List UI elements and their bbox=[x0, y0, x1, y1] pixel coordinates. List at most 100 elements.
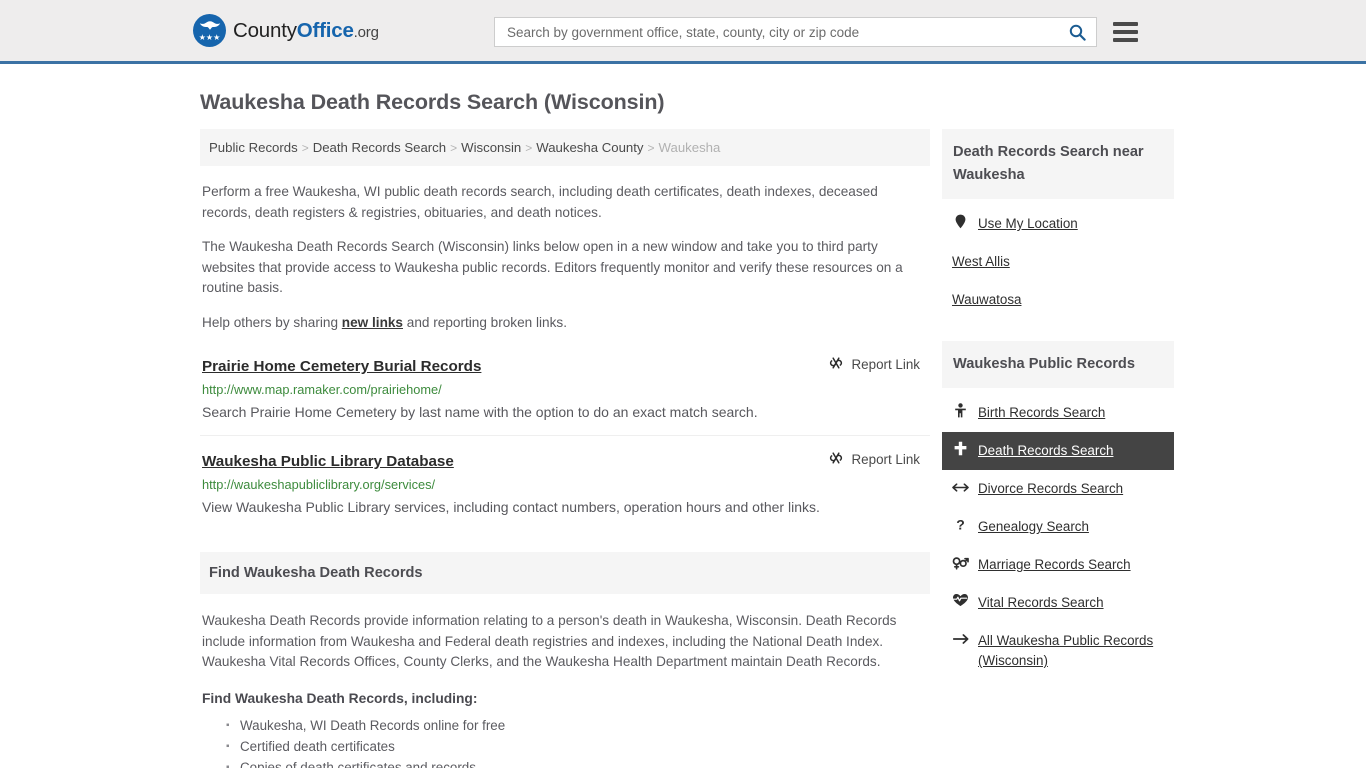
sidebar-item-label: Vital Records Search bbox=[978, 595, 1104, 610]
public-records-card: Waukesha Public Records Birth Records Se… bbox=[942, 341, 1174, 680]
find-list: Waukesha, WI Death Records online for fr… bbox=[202, 715, 928, 768]
result-item: Prairie Home Cemetery Burial Records Rep… bbox=[200, 355, 930, 436]
breadcrumb-item-waukesha-county[interactable]: Waukesha County bbox=[536, 140, 643, 155]
sidebar-item-label: Use My Location bbox=[978, 216, 1078, 231]
nearby-searches-card: Death Records Search near Waukesha Use M… bbox=[942, 129, 1174, 319]
sidebar-item-label: Marriage Records Search bbox=[978, 557, 1131, 572]
eagle-seal-icon: ★★★ bbox=[193, 14, 226, 47]
sidebar-item-death-records-search[interactable]: Death Records Search bbox=[942, 432, 1174, 470]
result-item: Waukesha Public Library Database Report … bbox=[200, 450, 930, 530]
logo-bold: Office bbox=[296, 18, 354, 42]
sidebar-item-label: All Waukesha Public Records (Wisconsin) bbox=[978, 633, 1154, 668]
broken-link-icon bbox=[828, 450, 844, 469]
eagle-glyph bbox=[199, 20, 221, 31]
columns: Public Records > Death Records Search > Wisc… bbox=[192, 129, 1175, 768]
new-links-link[interactable]: new links bbox=[342, 315, 403, 330]
result-url[interactable]: http://waukeshapubliclibrary.org/service… bbox=[202, 477, 928, 492]
arrow-right-icon bbox=[952, 631, 969, 650]
question-mark-icon: ? bbox=[952, 516, 969, 537]
results-list: Prairie Home Cemetery Burial Records Rep… bbox=[200, 355, 930, 530]
result-title-link[interactable]: Prairie Home Cemetery Burial Records bbox=[202, 358, 481, 375]
result-description: Search Prairie Home Cemetery by last nam… bbox=[202, 404, 758, 420]
stars-glyph: ★★★ bbox=[198, 33, 221, 42]
breadcrumb-item-death-records-search[interactable]: Death Records Search bbox=[313, 140, 446, 155]
sidebar-item-marriage-records-search[interactable]: Marriage Records Search bbox=[942, 546, 1174, 584]
sidebar-item-vital-records-search[interactable]: Vital Records Search bbox=[942, 584, 1174, 622]
records-card-header: Waukesha Public Records bbox=[942, 341, 1174, 388]
search-icon[interactable] bbox=[1066, 20, 1088, 44]
intro-paragraph-3: Help others by sharing new links and rep… bbox=[202, 313, 928, 334]
sidebar-item-west-allis[interactable]: West Allis bbox=[942, 243, 1174, 281]
broken-link-icon bbox=[828, 355, 844, 374]
result-header: Waukesha Public Library Database Report … bbox=[202, 450, 928, 470]
sidebar-item-label: Birth Records Search bbox=[978, 405, 1106, 420]
breadcrumb-separator: > bbox=[301, 141, 309, 155]
page-body: Waukesha Death Records Search (Wisconsin… bbox=[0, 90, 1366, 768]
logo-suffix: .org bbox=[353, 23, 379, 41]
heartbeat-icon bbox=[952, 593, 969, 612]
hamburger-bar bbox=[1113, 30, 1138, 34]
breadcrumb: Public Records > Death Records Search > Wisc… bbox=[200, 129, 930, 166]
find-paragraph: Waukesha Death Records provide informati… bbox=[202, 613, 897, 669]
map-pin-icon bbox=[952, 214, 969, 234]
find-records-section: Find Waukesha Death Records Waukesha Dea… bbox=[200, 552, 930, 768]
sidebar-item-wauwatosa[interactable]: Wauwatosa bbox=[942, 281, 1174, 319]
content-container: Waukesha Death Records Search (Wisconsin… bbox=[191, 90, 1175, 768]
breadcrumb-separator: > bbox=[647, 141, 655, 155]
intro-paragraph-1: Perform a free Waukesha, WI public death… bbox=[202, 184, 878, 220]
search-box[interactable] bbox=[494, 17, 1097, 47]
records-card-body: Birth Records Search Death Records Searc… bbox=[942, 388, 1174, 680]
report-link-button[interactable]: Report Link bbox=[828, 355, 928, 374]
sidebar-item-label: Death Records Search bbox=[978, 443, 1114, 458]
report-link-label: Report Link bbox=[851, 452, 920, 467]
sidebar-item-label: Divorce Records Search bbox=[978, 481, 1124, 496]
list-item: Waukesha, WI Death Records online for fr… bbox=[226, 715, 928, 736]
sidebar-item-birth-records-search[interactable]: Birth Records Search bbox=[942, 394, 1174, 432]
result-header: Prairie Home Cemetery Burial Records Rep… bbox=[202, 355, 928, 375]
logo-prefix: County bbox=[233, 18, 297, 42]
sidebar-item-genealogy-search[interactable]: ? Genealogy Search bbox=[942, 508, 1174, 546]
breadcrumb-item-wisconsin[interactable]: Wisconsin bbox=[461, 140, 521, 155]
find-section-header: Find Waukesha Death Records bbox=[200, 552, 930, 594]
nearby-card-header: Death Records Search near Waukesha bbox=[942, 129, 1174, 199]
intro-text: Perform a free Waukesha, WI public death… bbox=[200, 182, 930, 333]
search-area bbox=[494, 17, 1139, 47]
breadcrumb-separator: > bbox=[525, 141, 533, 155]
breadcrumb-separator: > bbox=[450, 141, 458, 155]
baby-icon bbox=[952, 403, 969, 423]
sidebar-item-all-public-records[interactable]: All Waukesha Public Records (Wisconsin) bbox=[942, 622, 1174, 680]
page-title: Waukesha Death Records Search (Wisconsin… bbox=[200, 90, 665, 114]
sidebar-item-label: Genealogy Search bbox=[978, 519, 1089, 534]
breadcrumb-item-waukesha: Waukesha bbox=[658, 140, 721, 155]
sidebar-item-label: West Allis bbox=[952, 254, 1010, 269]
intro-paragraph-2: The Waukesha Death Records Search (Wisco… bbox=[202, 239, 903, 295]
sidebar-item-use-my-location[interactable]: Use My Location bbox=[942, 205, 1174, 243]
sidebar-item-divorce-records-search[interactable]: Divorce Records Search bbox=[942, 470, 1174, 508]
venus-mars-icon bbox=[952, 555, 969, 575]
result-description: View Waukesha Public Library services, i… bbox=[202, 499, 820, 515]
site-logo[interactable]: ★★★ CountyOffice.org bbox=[193, 14, 379, 47]
hamburger-menu-icon[interactable] bbox=[1113, 19, 1139, 45]
logo-text: CountyOffice.org bbox=[233, 19, 379, 43]
intro-p3-after: and reporting broken links. bbox=[403, 314, 567, 330]
sidebar-item-label: Wauwatosa bbox=[952, 292, 1022, 307]
cross-plus-icon bbox=[952, 441, 969, 461]
svg-text:?: ? bbox=[956, 517, 965, 532]
result-url[interactable]: http://www.map.ramaker.com/prairiehome/ bbox=[202, 382, 928, 397]
find-subheading: Find Waukesha Death Records, including: bbox=[202, 690, 478, 706]
report-link-button[interactable]: Report Link bbox=[828, 450, 928, 469]
intro-p3-before: Help others by sharing bbox=[202, 314, 342, 330]
result-title-link[interactable]: Waukesha Public Library Database bbox=[202, 453, 454, 470]
hamburger-bar bbox=[1113, 38, 1138, 42]
list-item: Copies of death certificates and records bbox=[226, 757, 928, 768]
hamburger-bar bbox=[1113, 22, 1138, 26]
report-link-label: Report Link bbox=[851, 357, 920, 372]
site-header: ★★★ CountyOffice.org bbox=[0, 0, 1366, 64]
sidebar: Death Records Search near Waukesha Use M… bbox=[942, 129, 1174, 702]
breadcrumb-item-public-records[interactable]: Public Records bbox=[209, 140, 298, 155]
search-input[interactable] bbox=[505, 19, 1066, 45]
main-column: Public Records > Death Records Search > Wisc… bbox=[200, 129, 930, 768]
find-section-body: Waukesha Death Records provide informati… bbox=[200, 611, 930, 768]
left-right-arrow-icon bbox=[952, 479, 969, 498]
nearby-card-body: Use My Location West Allis Wauwatosa bbox=[942, 199, 1174, 319]
